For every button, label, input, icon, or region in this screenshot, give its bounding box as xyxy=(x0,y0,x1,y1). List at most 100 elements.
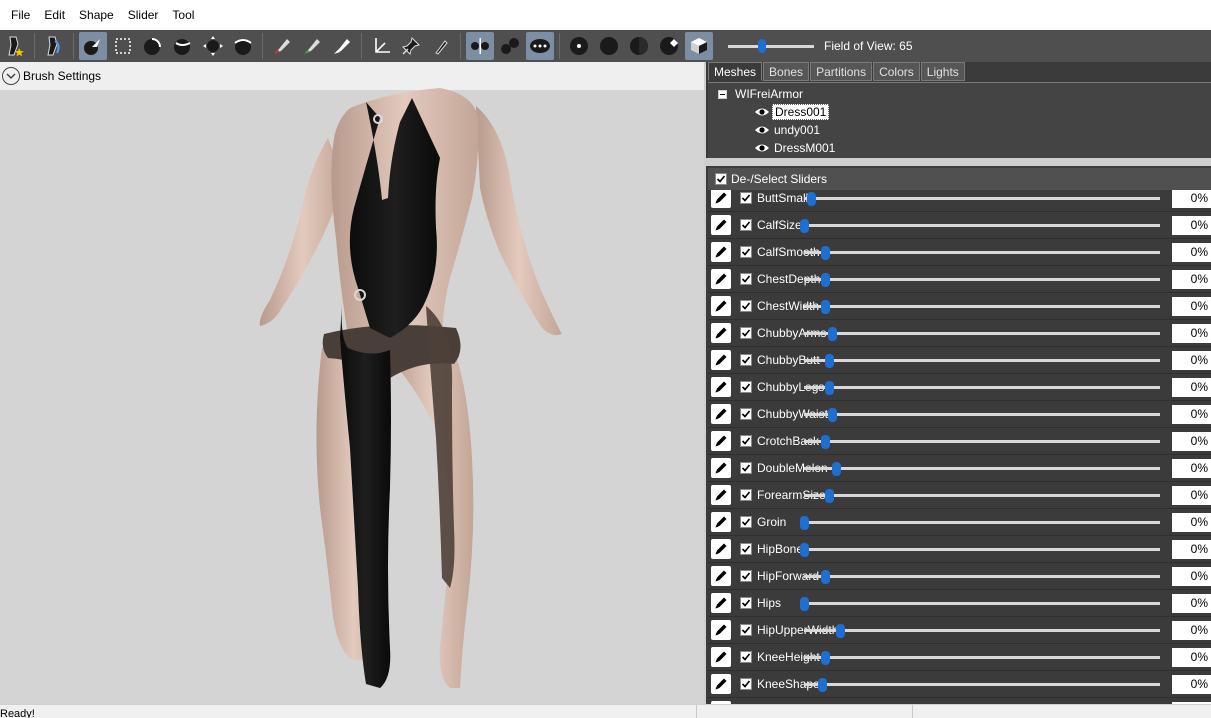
transform-button[interactable] xyxy=(367,32,395,60)
connected-button[interactable] xyxy=(496,32,524,60)
slider-thumb[interactable] xyxy=(800,219,809,233)
3d-viewport[interactable]: Brush Settings xyxy=(0,62,704,704)
x-mirror-button[interactable] xyxy=(466,32,494,60)
slider-value-field[interactable]: 0% xyxy=(1172,540,1211,559)
slider-enable-checkbox[interactable] xyxy=(740,570,752,582)
slider-enable-checkbox[interactable] xyxy=(740,597,752,609)
fov-slider[interactable] xyxy=(728,39,814,53)
panel-splitter[interactable] xyxy=(706,158,1211,166)
slider-value-field[interactable]: 0% xyxy=(1172,270,1211,289)
slider-value-field[interactable]: 0% xyxy=(1172,486,1211,505)
edit-slider-button[interactable] xyxy=(711,242,731,262)
move-brush-button[interactable] xyxy=(199,32,227,60)
brush-settings-header[interactable]: Brush Settings xyxy=(0,62,704,90)
slider-enable-checkbox[interactable] xyxy=(740,381,752,393)
slider-enable-checkbox[interactable] xyxy=(740,192,752,204)
eye-icon[interactable] xyxy=(754,142,770,154)
menu-tool[interactable]: Tool xyxy=(165,0,201,30)
slider-track[interactable] xyxy=(804,386,1160,389)
menu-file[interactable]: File xyxy=(4,0,37,30)
slider-enable-checkbox[interactable] xyxy=(740,435,752,447)
slider-value-field[interactable]: 0% xyxy=(1172,459,1211,478)
slider-value-field[interactable]: 0% xyxy=(1172,378,1211,397)
slider-enable-checkbox[interactable] xyxy=(740,273,752,285)
outfit-reference-button[interactable] xyxy=(40,32,68,60)
slider-value-field[interactable]: 0% xyxy=(1172,243,1211,262)
texture-button[interactable] xyxy=(655,32,683,60)
slider-value-field[interactable]: 0% xyxy=(1172,594,1211,613)
pivot-button[interactable] xyxy=(397,32,425,60)
edit-slider-button[interactable] xyxy=(711,647,731,667)
slider-thumb[interactable] xyxy=(832,462,842,476)
edit-slider-button[interactable] xyxy=(711,190,731,208)
collapse-icon[interactable] xyxy=(718,89,727,99)
edit-slider-button[interactable] xyxy=(711,593,731,613)
slider-track[interactable] xyxy=(804,548,1160,551)
slider-thumb[interactable] xyxy=(800,543,809,557)
slider-value-field[interactable]: 0% xyxy=(1172,351,1211,370)
mask-brush-button[interactable] xyxy=(268,32,296,60)
edit-slider-button[interactable] xyxy=(711,620,731,640)
slider-value-field[interactable]: 0% xyxy=(1172,216,1211,235)
deflate-brush-button[interactable] xyxy=(169,32,197,60)
slider-thumb[interactable] xyxy=(824,354,834,368)
edit-slider-button[interactable] xyxy=(711,674,731,694)
slider-track[interactable] xyxy=(804,197,1160,200)
slider-track[interactable] xyxy=(804,683,1160,686)
slider-enable-checkbox[interactable] xyxy=(740,354,752,366)
slider-track[interactable] xyxy=(804,467,1160,470)
slider-value-field[interactable]: 0% xyxy=(1172,567,1211,586)
eye-icon[interactable] xyxy=(754,106,770,118)
edit-slider-button[interactable] xyxy=(711,350,731,370)
slider-thumb[interactable] xyxy=(821,246,831,260)
slider-thumb[interactable] xyxy=(828,327,838,341)
slider-enable-checkbox[interactable] xyxy=(740,516,752,528)
slider-list[interactable]: ButtSmall 0% CalfSize 0% CalfSmooth 0% ChestDe… xyxy=(708,190,1211,704)
tree-root[interactable]: WIFreiArmor xyxy=(718,87,803,101)
color-brush-button[interactable] xyxy=(328,32,356,60)
edit-slider-button[interactable] xyxy=(711,512,731,532)
slider-value-field[interactable]: 0% xyxy=(1172,190,1211,208)
slider-thumb[interactable] xyxy=(821,273,831,287)
fov-slider-thumb[interactable] xyxy=(757,39,766,53)
slider-track[interactable] xyxy=(804,494,1160,497)
slider-thumb[interactable] xyxy=(828,408,838,422)
slider-value-field[interactable]: 0% xyxy=(1172,432,1211,451)
menu-edit[interactable]: Edit xyxy=(37,0,72,30)
slider-track[interactable] xyxy=(804,629,1160,632)
slider-enable-checkbox[interactable] xyxy=(740,246,752,258)
slider-thumb[interactable] xyxy=(800,597,809,611)
edit-slider-button[interactable] xyxy=(711,485,731,505)
edit-slider-button[interactable] xyxy=(711,296,731,316)
slider-track[interactable] xyxy=(804,413,1160,416)
edit-slider-button[interactable] xyxy=(711,323,731,343)
slider-track[interactable] xyxy=(804,602,1160,605)
slider-thumb[interactable] xyxy=(821,570,831,584)
edit-slider-button[interactable] xyxy=(711,269,731,289)
slider-track[interactable] xyxy=(804,656,1160,659)
tab-bones[interactable]: Bones xyxy=(763,62,810,81)
edit-slider-button[interactable] xyxy=(711,215,731,235)
tree-item-undy001[interactable]: undy001 xyxy=(754,121,822,139)
slider-enable-checkbox[interactable] xyxy=(740,624,752,636)
slider-value-field[interactable]: 0% xyxy=(1172,648,1211,667)
inflate-brush-button[interactable] xyxy=(139,32,167,60)
slider-track[interactable] xyxy=(804,332,1160,335)
tree-item-dressm001[interactable]: DressM001 xyxy=(754,139,837,157)
slider-value-field[interactable]: 0% xyxy=(1172,324,1211,343)
slider-thumb[interactable] xyxy=(821,435,831,449)
slider-thumb[interactable] xyxy=(800,516,809,530)
slider-enable-checkbox[interactable] xyxy=(740,489,752,501)
slider-track[interactable] xyxy=(804,575,1160,578)
slider-thumb[interactable] xyxy=(824,489,834,503)
slider-thumb[interactable] xyxy=(835,624,845,638)
rect-select-button[interactable] xyxy=(109,32,137,60)
tab-lights[interactable]: Lights xyxy=(920,62,965,81)
edit-slider-button[interactable] xyxy=(711,377,731,397)
slider-value-field[interactable]: 0% xyxy=(1172,513,1211,532)
menu-slider[interactable]: Slider xyxy=(121,0,166,30)
slider-enable-checkbox[interactable] xyxy=(740,219,752,231)
slider-track[interactable] xyxy=(804,440,1160,443)
vertices-button[interactable] xyxy=(565,32,593,60)
slider-enable-checkbox[interactable] xyxy=(740,651,752,663)
